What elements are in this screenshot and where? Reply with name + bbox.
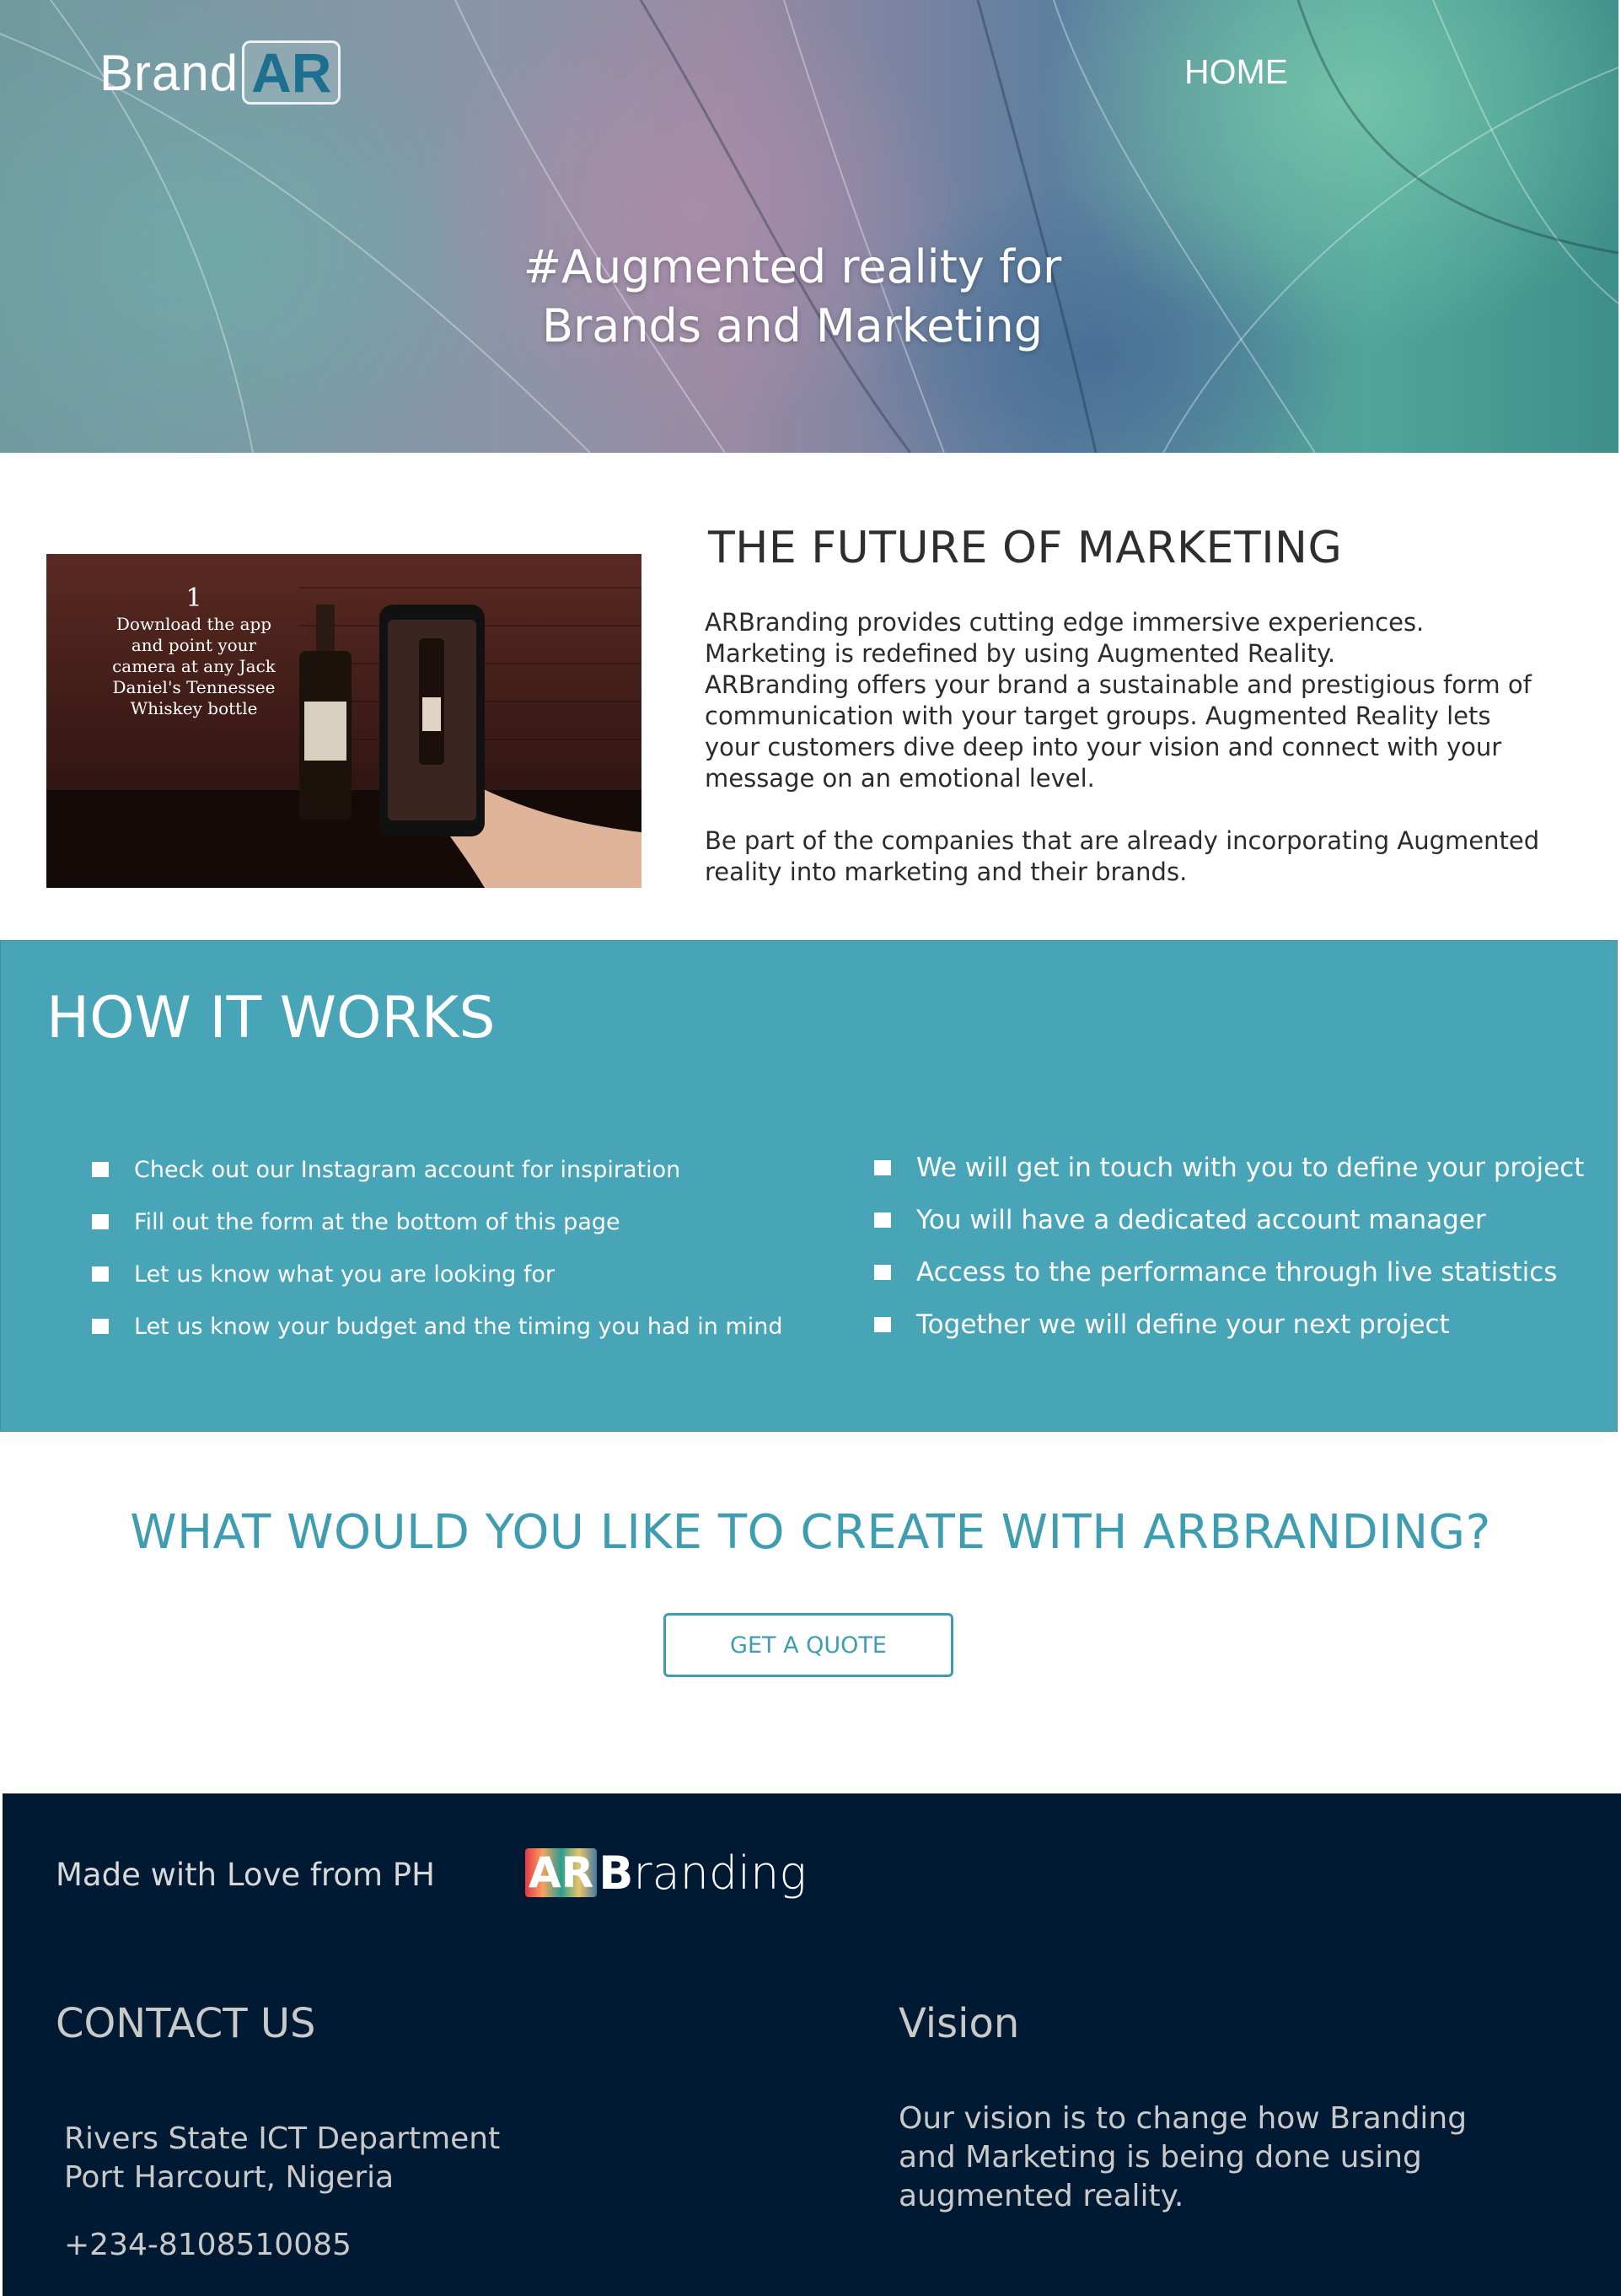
vision-title: Vision — [899, 2000, 1020, 2047]
square-bullet-icon — [92, 1319, 109, 1334]
photo-step-number: 1 — [185, 583, 202, 613]
step-text: We will get in touch with you to define … — [916, 1153, 1585, 1183]
get-a-quote-button[interactable]: GET A QUOTE — [663, 1613, 953, 1677]
contact-phone[interactable]: +234-8108510085 — [64, 2228, 352, 2262]
contact-title: CONTACT US — [56, 2000, 316, 2047]
square-bullet-icon — [92, 1214, 109, 1229]
made-with-love-text: Made with Love from PH — [56, 1857, 435, 1893]
cta-title: WHAT WOULD YOU LIKE TO CREATE WITH ARBRA… — [130, 1505, 1491, 1560]
square-bullet-icon — [92, 1162, 109, 1177]
logo-brand-text: Brand — [99, 44, 239, 101]
how-it-works-title: HOW IT WORKS — [46, 985, 496, 1051]
contact-address: Rivers State ICT Department Port Harcour… — [64, 2120, 500, 2197]
list-item: Let us know your budget and the timing y… — [92, 1300, 782, 1352]
future-para1-line3: ARBranding offers your brand a sustainab… — [705, 670, 1532, 793]
step-text: Let us know your budget and the timing y… — [134, 1313, 783, 1340]
steps-list-right: We will get in touch with you to define … — [874, 1142, 1584, 1351]
footer-logo-b: B — [598, 1846, 634, 1900]
list-item: Let us know what you are looking for — [92, 1248, 782, 1300]
how-it-works-section: HOW IT WORKS Check out our Instagram acc… — [0, 940, 1618, 1432]
list-item: Together we will define your next projec… — [874, 1299, 1584, 1351]
square-bullet-icon — [874, 1317, 891, 1332]
step-text: Check out our Instagram account for insp… — [134, 1156, 681, 1183]
hero-banner: Brand AR HOME #Augmented reality for Bra… — [0, 0, 1618, 453]
list-item: Check out our Instagram account for insp… — [92, 1143, 782, 1196]
step-text: Together we will define your next projec… — [916, 1309, 1450, 1340]
address-line1: Rivers State ICT Department — [64, 2121, 501, 2156]
hero-title: #Augmented reality for Brands and Market… — [472, 238, 1113, 356]
step-text: Access to the performance through live s… — [916, 1257, 1558, 1288]
photo-caption: 1 Download the app and point your camera… — [110, 583, 278, 719]
footer-logo: AR B randing — [525, 1846, 807, 1900]
hero-title-line2: Brands and Marketing — [541, 299, 1044, 352]
list-item: Fill out the form at the bottom of this … — [92, 1196, 782, 1248]
nav-home-link[interactable]: HOME — [1184, 52, 1288, 92]
future-para1-line2: Marketing is redefined by using Augmente… — [705, 639, 1336, 668]
square-bullet-icon — [92, 1266, 109, 1282]
steps-list-left: Check out our Instagram account for insp… — [92, 1143, 782, 1352]
future-para1-line1: ARBranding provides cutting edge immersi… — [705, 608, 1425, 637]
hero-title-line1: #Augmented reality for — [523, 240, 1062, 293]
future-para2: Be part of the companies that are alread… — [705, 826, 1540, 886]
footer: Made with Love from PH AR B randing CONT… — [3, 1793, 1621, 2296]
footer-logo-rest: randing — [633, 1846, 807, 1900]
square-bullet-icon — [874, 1213, 891, 1228]
address-line2: Port Harcourt, Nigeria — [64, 2160, 395, 2195]
future-title: THE FUTURE OF MARKETING — [708, 523, 1343, 573]
logo-ar-mark: AR — [242, 40, 341, 105]
brand-logo[interactable]: Brand AR — [99, 40, 341, 105]
step-text: Let us know what you are looking for — [134, 1261, 556, 1288]
photo-caption-text: Download the app and point your camera a… — [112, 614, 276, 718]
footer-logo-ar: AR — [525, 1848, 598, 1897]
list-item: Access to the performance through live s… — [874, 1246, 1584, 1299]
step-text: Fill out the form at the bottom of this … — [134, 1208, 620, 1235]
vision-text: Our vision is to change how Branding and… — [899, 2101, 1468, 2213]
list-item: We will get in touch with you to define … — [874, 1142, 1584, 1194]
product-demo-image: 1 Download the app and point your camera… — [46, 554, 641, 888]
square-bullet-icon — [874, 1160, 891, 1175]
future-description: ARBranding provides cutting edge immersi… — [705, 607, 1548, 888]
list-item: You will have a dedicated account manage… — [874, 1194, 1584, 1246]
square-bullet-icon — [874, 1265, 891, 1280]
step-text: You will have a dedicated account manage… — [916, 1205, 1486, 1235]
